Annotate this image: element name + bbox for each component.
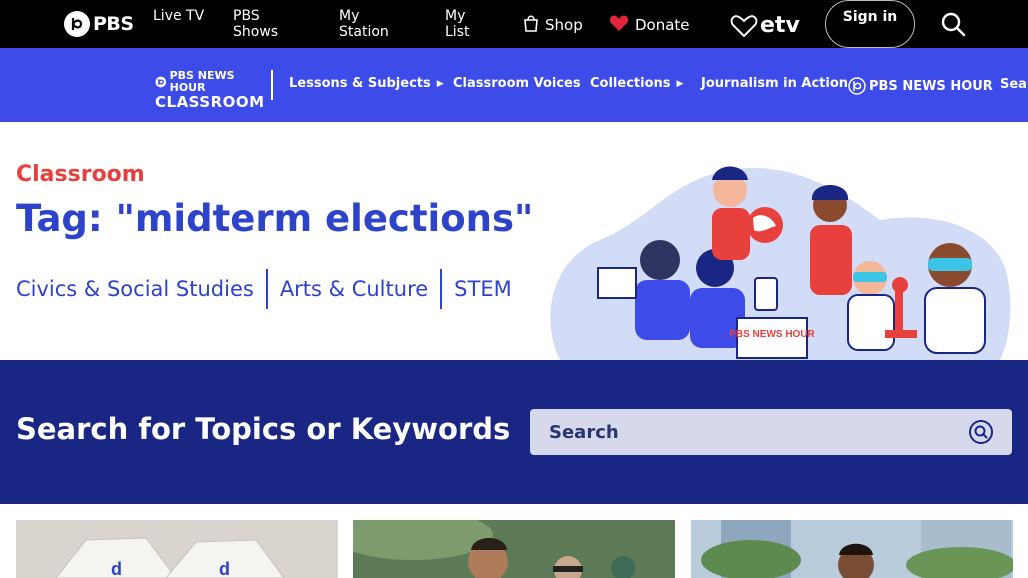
brand-label: PBS NEWS HOUR xyxy=(869,78,993,94)
logo-line1: PBS NEWS HOUR xyxy=(169,69,235,94)
classroom-nav-bar: PBS NEWS HOUR CLASSROOM Lessons & Subjec… xyxy=(0,48,1028,122)
donate-label: Donate xyxy=(635,16,690,34)
svg-text:d: d xyxy=(111,559,122,578)
story-card-people[interactable] xyxy=(353,520,675,578)
man-city-street-photo xyxy=(691,520,1013,578)
station-logo-text: etv xyxy=(760,13,800,38)
nav-my-list[interactable]: My List xyxy=(445,8,485,40)
subject-link-civics[interactable]: Civics & Social Studies xyxy=(16,269,266,309)
search-icon[interactable] xyxy=(968,419,994,445)
logo-line2: CLASSROOM xyxy=(155,93,265,111)
search-box xyxy=(530,409,1012,455)
ballot-boxes-photo: d d xyxy=(16,520,338,578)
story-card-ballot-boxes[interactable]: d d xyxy=(16,520,338,578)
nav-search-link[interactable]: Sear xyxy=(1000,77,1028,92)
nav-label: Journalism in Action xyxy=(701,76,849,91)
donate-link[interactable]: Donate xyxy=(609,14,690,36)
search-heading: Search for Topics or Keywords xyxy=(16,412,511,446)
nav-collections[interactable]: Collections ▶ xyxy=(590,76,683,91)
shop-link[interactable]: Shop xyxy=(523,14,583,36)
nav-label: Collections xyxy=(590,76,671,91)
page-kicker[interactable]: Classroom xyxy=(16,162,145,187)
pbs-head-icon xyxy=(155,76,167,88)
nav-my-station[interactable]: My Station xyxy=(339,8,409,40)
caret-right-icon: ▶ xyxy=(436,78,444,89)
nav-classroom-voices[interactable]: Classroom Voices xyxy=(453,76,581,91)
heart-icon xyxy=(609,14,629,36)
pbs-top-bar: PBS Live TV PBS Shows My Station My List… xyxy=(0,0,1028,48)
subject-links: Civics & Social Studies Arts & Culture S… xyxy=(16,268,524,310)
caret-right-icon: ▶ xyxy=(676,78,684,89)
pbs-head-icon xyxy=(848,77,866,95)
nav-pbs-shows[interactable]: PBS Shows xyxy=(233,8,303,40)
page-title: Tag: "midterm elections" xyxy=(16,197,534,240)
search-section: Search for Topics or Keywords xyxy=(0,360,1028,504)
subject-link-arts[interactable]: Arts & Culture xyxy=(268,269,440,309)
nav-label: Lessons & Subjects xyxy=(289,76,431,91)
search-icon[interactable] xyxy=(940,11,966,37)
topic-search-input[interactable] xyxy=(530,409,950,455)
shopping-bag-icon xyxy=(523,14,539,36)
pbs-logo-text: PBS xyxy=(93,13,134,35)
students-illustration: PBS NEWS HOUR xyxy=(540,150,1020,360)
pbs-newshour-link[interactable]: PBS NEWS HOUR xyxy=(848,77,993,95)
people-outdoors-photo xyxy=(353,520,675,578)
pbs-head-icon xyxy=(64,11,90,37)
story-card-city-street[interactable] xyxy=(691,520,1013,578)
svg-text:d: d xyxy=(219,559,230,578)
nav-label: Classroom Voices xyxy=(453,76,581,91)
etv-heart-icon xyxy=(730,15,758,38)
subject-link-stem[interactable]: STEM xyxy=(442,269,524,309)
nav-journalism-in-action[interactable]: Journalism in Action xyxy=(701,76,848,91)
station-logo[interactable]: etv xyxy=(730,8,800,38)
illustration-sign-text: PBS NEWS HOUR xyxy=(729,329,815,340)
shop-label: Shop xyxy=(545,16,583,34)
nav-lessons-subjects[interactable]: Lessons & Subjects ▶ xyxy=(289,76,444,91)
newshour-classroom-logo[interactable]: PBS NEWS HOUR CLASSROOM xyxy=(155,69,273,111)
pbs-logo[interactable]: PBS xyxy=(64,11,134,37)
sign-in-button[interactable]: Sign in xyxy=(825,0,915,48)
nav-live-tv[interactable]: Live TV xyxy=(153,8,223,24)
